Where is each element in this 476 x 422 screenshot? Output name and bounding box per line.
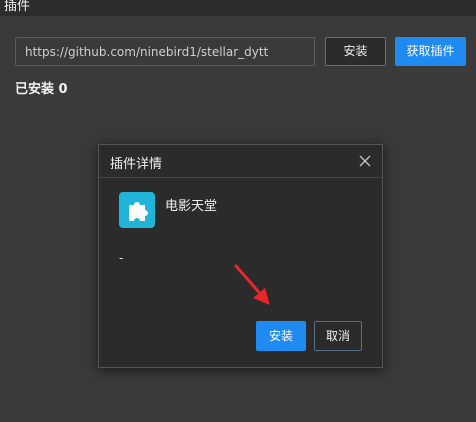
plugin-details-dialog: 插件详情 电影天堂 - 安装 取消 — [98, 144, 383, 368]
dialog-cancel-button[interactable]: 取消 — [314, 321, 362, 351]
installed-count: 已安装 0 — [15, 82, 68, 97]
dialog-install-button[interactable]: 安装 — [256, 321, 306, 351]
puzzle-icon — [119, 192, 155, 228]
plugin-description: - — [119, 251, 124, 265]
close-icon[interactable] — [358, 154, 372, 168]
fetch-plugin-button[interactable]: 获取插件 — [395, 37, 466, 66]
install-button[interactable]: 安装 — [325, 37, 386, 66]
red-arrow-annotation — [234, 264, 270, 305]
window-title: 插件 — [0, 0, 476, 16]
dialog-title: 插件详情 — [110, 157, 163, 172]
plugin-url-input[interactable] — [15, 37, 315, 66]
dialog-header: 插件详情 — [99, 145, 382, 178]
plugin-name: 电影天堂 — [165, 199, 218, 214]
